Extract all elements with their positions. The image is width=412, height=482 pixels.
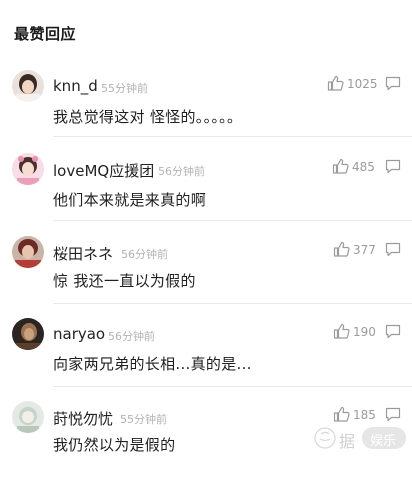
avatar[interactable] xyxy=(12,236,44,268)
divider xyxy=(53,386,412,387)
comment-text: 惊 我还一直以为假的 xyxy=(53,272,196,290)
comment-time: 55分钟前 xyxy=(120,413,167,426)
comment-username[interactable]: knn_d xyxy=(53,77,98,95)
avatar-photo-brown-icon xyxy=(12,318,44,350)
reply-comment-icon[interactable] xyxy=(385,76,401,91)
avatar-photo-dark-hair-icon xyxy=(12,70,44,102)
avatar[interactable] xyxy=(12,401,44,433)
avatar[interactable] xyxy=(12,70,44,102)
thumbs-up-icon[interactable] xyxy=(327,75,344,91)
divider xyxy=(53,303,412,304)
section-title: 最赞回应 xyxy=(14,25,77,43)
comment-item: 桜田ネネ 56分钟前 377 惊 我还一直以为假的 xyxy=(0,234,412,316)
thumbs-up-icon[interactable] xyxy=(333,323,350,339)
reply-comment-icon[interactable] xyxy=(385,159,401,174)
reply-comment-icon[interactable] xyxy=(385,324,401,339)
like-count: 485 xyxy=(352,160,375,174)
comment-username[interactable]: 桜田ネネ xyxy=(53,243,113,264)
like-count: 185 xyxy=(353,408,376,422)
comment-time: 56分钟前 xyxy=(108,330,155,343)
divider xyxy=(53,220,412,221)
comment-time: 56分钟前 xyxy=(158,165,205,178)
comment-username[interactable]: 莳悦勿忧 xyxy=(53,408,113,429)
comment-username[interactable]: naryao xyxy=(53,325,105,343)
comment-text: 他们本来就是来真的啊 xyxy=(53,191,207,209)
avatar[interactable] xyxy=(12,318,44,350)
comment-text: 向家两兄弟的长相...真的是... xyxy=(53,355,252,373)
comment-text: 我仍然以为是假的 xyxy=(53,436,176,454)
watermark-text: 据 xyxy=(339,432,356,451)
comment-username[interactable]: loveMQ应援团 xyxy=(53,160,154,181)
avatar-photo-pink-icon xyxy=(12,153,44,185)
watermark-logo: 据 娱乐 xyxy=(310,424,410,452)
like-count: 190 xyxy=(353,325,376,339)
avatar[interactable] xyxy=(12,153,44,185)
watermark-badge-text: 娱乐 xyxy=(370,434,397,449)
thumbs-up-icon[interactable] xyxy=(333,241,350,257)
thumbs-up-icon[interactable] xyxy=(332,158,349,174)
divider xyxy=(53,136,412,137)
avatar-photo-red-icon xyxy=(12,236,44,268)
reply-comment-icon[interactable] xyxy=(385,407,401,422)
comment-text: 我总觉得这对 怪怪的。。。。。 xyxy=(53,108,243,126)
avatar-photo-light-icon xyxy=(12,401,44,433)
reply-comment-icon[interactable] xyxy=(385,242,401,257)
like-count: 377 xyxy=(353,243,376,257)
comment-time: 56分钟前 xyxy=(121,248,168,261)
comment-item: loveMQ应援团 56分钟前 485 他们本来就是来真的啊 xyxy=(0,151,412,233)
comment-time: 55分钟前 xyxy=(101,82,148,95)
comment-item: naryao 56分钟前 190 向家两兄弟的长相...真的是... xyxy=(0,317,412,399)
like-count: 1025 xyxy=(347,77,378,91)
comment-item: knn_d 55分钟前 1025 我总觉得这对 怪怪的。。。。。 xyxy=(0,68,412,150)
thumbs-up-icon[interactable] xyxy=(333,406,350,422)
